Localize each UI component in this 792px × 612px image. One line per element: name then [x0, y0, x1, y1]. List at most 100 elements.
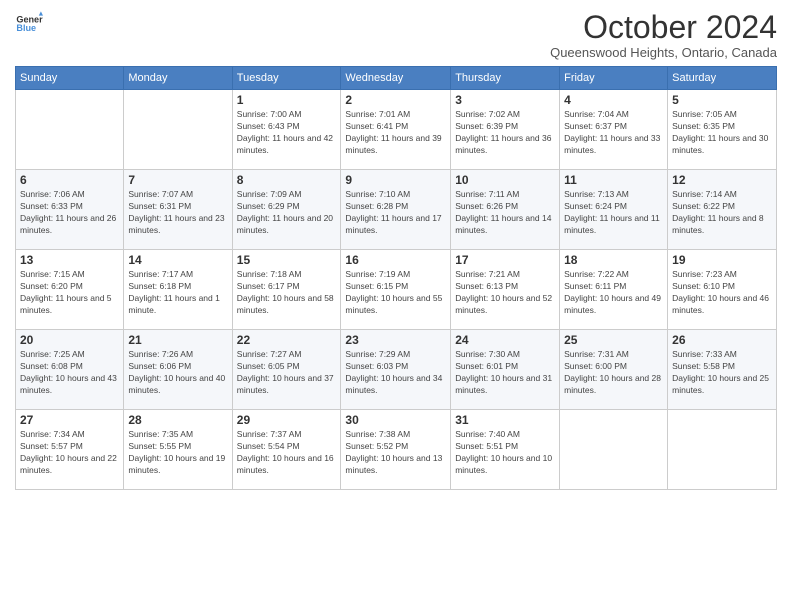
- day-info: Sunrise: 7:23 AMSunset: 6:10 PMDaylight:…: [672, 269, 772, 317]
- logo-icon: General Blue: [15, 10, 43, 38]
- day-number: 7: [128, 173, 227, 187]
- day-number: 28: [128, 413, 227, 427]
- day-number: 26: [672, 333, 772, 347]
- week-row-4: 20 Sunrise: 7:25 AMSunset: 6:08 PMDayligh…: [16, 330, 777, 410]
- cell-w5-d6: [668, 410, 777, 490]
- cell-w3-d6: 19 Sunrise: 7:23 AMSunset: 6:10 PMDayligh…: [668, 250, 777, 330]
- day-info: Sunrise: 7:40 AMSunset: 5:51 PMDaylight:…: [455, 429, 555, 477]
- cell-w4-d1: 21 Sunrise: 7:26 AMSunset: 6:06 PMDayligh…: [124, 330, 232, 410]
- cell-w3-d1: 14 Sunrise: 7:17 AMSunset: 6:18 PMDayligh…: [124, 250, 232, 330]
- day-number: 13: [20, 253, 119, 267]
- day-info: Sunrise: 7:19 AMSunset: 6:15 PMDaylight:…: [345, 269, 446, 317]
- day-info: Sunrise: 7:25 AMSunset: 6:08 PMDaylight:…: [20, 349, 119, 397]
- week-row-1: 1Sunrise: 7:00 AMSunset: 6:43 PMDaylight…: [16, 90, 777, 170]
- header: General Blue October 2024 Queenswood Hei…: [15, 10, 777, 60]
- col-tuesday: Tuesday: [232, 67, 341, 90]
- day-number: 30: [345, 413, 446, 427]
- cell-w5-d1: 28Sunrise: 7:35 AMSunset: 5:55 PMDayligh…: [124, 410, 232, 490]
- day-info: Sunrise: 7:10 AMSunset: 6:28 PMDaylight:…: [345, 189, 446, 237]
- day-number: 23: [345, 333, 446, 347]
- day-number: 25: [564, 333, 663, 347]
- day-number: 14: [128, 253, 227, 267]
- day-number: 12: [672, 173, 772, 187]
- day-info: Sunrise: 7:30 AMSunset: 6:01 PMDaylight:…: [455, 349, 555, 397]
- day-number: 2: [345, 93, 446, 107]
- day-number: 31: [455, 413, 555, 427]
- day-number: 15: [237, 253, 337, 267]
- day-info: Sunrise: 7:05 AMSunset: 6:35 PMDaylight:…: [672, 109, 772, 157]
- day-info: Sunrise: 7:11 AMSunset: 6:26 PMDaylight:…: [455, 189, 555, 237]
- cell-w4-d4: 24Sunrise: 7:30 AMSunset: 6:01 PMDayligh…: [451, 330, 560, 410]
- cell-w1-d0: [16, 90, 124, 170]
- day-info: Sunrise: 7:33 AMSunset: 5:58 PMDaylight:…: [672, 349, 772, 397]
- col-thursday: Thursday: [451, 67, 560, 90]
- cell-w1-d1: [124, 90, 232, 170]
- day-number: 29: [237, 413, 337, 427]
- day-info: Sunrise: 7:07 AMSunset: 6:31 PMDaylight:…: [128, 189, 227, 237]
- day-info: Sunrise: 7:06 AMSunset: 6:33 PMDaylight:…: [20, 189, 119, 237]
- day-number: 8: [237, 173, 337, 187]
- cell-w2-d2: 8 Sunrise: 7:09 AMSunset: 6:29 PMDaylight…: [232, 170, 341, 250]
- cell-w3-d3: 16 Sunrise: 7:19 AMSunset: 6:15 PMDayligh…: [341, 250, 451, 330]
- day-number: 10: [455, 173, 555, 187]
- cell-w5-d2: 29 Sunrise: 7:37 AMSunset: 5:54 PMDayligh…: [232, 410, 341, 490]
- day-number: 20: [20, 333, 119, 347]
- col-friday: Friday: [560, 67, 668, 90]
- cell-w2-d5: 11Sunrise: 7:13 AMSunset: 6:24 PMDayligh…: [560, 170, 668, 250]
- day-number: 27: [20, 413, 119, 427]
- cell-w3-d2: 15Sunrise: 7:18 AMSunset: 6:17 PMDayligh…: [232, 250, 341, 330]
- day-number: 4: [564, 93, 663, 107]
- day-info: Sunrise: 7:13 AMSunset: 6:24 PMDaylight:…: [564, 189, 663, 237]
- calendar-header: Sunday Monday Tuesday Wednesday Thursday…: [16, 67, 777, 90]
- day-info: Sunrise: 7:31 AMSunset: 6:00 PMDaylight:…: [564, 349, 663, 397]
- cell-w2-d4: 10 Sunrise: 7:11 AMSunset: 6:26 PMDayligh…: [451, 170, 560, 250]
- cell-w1-d5: 4 Sunrise: 7:04 AMSunset: 6:37 PMDaylight…: [560, 90, 668, 170]
- month-title: October 2024: [550, 10, 777, 45]
- col-saturday: Saturday: [668, 67, 777, 90]
- cell-w1-d2: 1Sunrise: 7:00 AMSunset: 6:43 PMDaylight…: [232, 90, 341, 170]
- day-number: 16: [345, 253, 446, 267]
- day-info: Sunrise: 7:00 AMSunset: 6:43 PMDaylight:…: [237, 109, 337, 157]
- day-info: Sunrise: 7:26 AMSunset: 6:06 PMDaylight:…: [128, 349, 227, 397]
- cell-w1-d6: 5Sunrise: 7:05 AMSunset: 6:35 PMDaylight…: [668, 90, 777, 170]
- calendar-body: 1Sunrise: 7:00 AMSunset: 6:43 PMDaylight…: [16, 90, 777, 490]
- cell-w5-d4: 31 Sunrise: 7:40 AMSunset: 5:51 PMDayligh…: [451, 410, 560, 490]
- day-info: Sunrise: 7:37 AMSunset: 5:54 PMDaylight:…: [237, 429, 337, 477]
- calendar-table: Sunday Monday Tuesday Wednesday Thursday…: [15, 66, 777, 490]
- day-info: Sunrise: 7:29 AMSunset: 6:03 PMDaylight:…: [345, 349, 446, 397]
- header-row: Sunday Monday Tuesday Wednesday Thursday…: [16, 67, 777, 90]
- cell-w2-d1: 7 Sunrise: 7:07 AMSunset: 6:31 PMDaylight…: [124, 170, 232, 250]
- day-number: 19: [672, 253, 772, 267]
- day-number: 6: [20, 173, 119, 187]
- cell-w4-d0: 20 Sunrise: 7:25 AMSunset: 6:08 PMDayligh…: [16, 330, 124, 410]
- day-info: Sunrise: 7:01 AMSunset: 6:41 PMDaylight:…: [345, 109, 446, 157]
- week-row-5: 27 Sunrise: 7:34 AMSunset: 5:57 PMDayligh…: [16, 410, 777, 490]
- cell-w3-d4: 17Sunrise: 7:21 AMSunset: 6:13 PMDayligh…: [451, 250, 560, 330]
- logo: General Blue: [15, 10, 43, 38]
- day-number: 21: [128, 333, 227, 347]
- day-info: Sunrise: 7:38 AMSunset: 5:52 PMDaylight:…: [345, 429, 446, 477]
- cell-w4-d5: 25 Sunrise: 7:31 AMSunset: 6:00 PMDayligh…: [560, 330, 668, 410]
- day-info: Sunrise: 7:04 AMSunset: 6:37 PMDaylight:…: [564, 109, 663, 157]
- day-info: Sunrise: 7:09 AMSunset: 6:29 PMDaylight:…: [237, 189, 337, 237]
- svg-text:Blue: Blue: [16, 23, 36, 33]
- day-info: Sunrise: 7:34 AMSunset: 5:57 PMDaylight:…: [20, 429, 119, 477]
- col-sunday: Sunday: [16, 67, 124, 90]
- day-info: Sunrise: 7:14 AMSunset: 6:22 PMDaylight:…: [672, 189, 772, 237]
- day-info: Sunrise: 7:02 AMSunset: 6:39 PMDaylight:…: [455, 109, 555, 157]
- cell-w2-d0: 6 Sunrise: 7:06 AMSunset: 6:33 PMDaylight…: [16, 170, 124, 250]
- cell-w1-d4: 3 Sunrise: 7:02 AMSunset: 6:39 PMDaylight…: [451, 90, 560, 170]
- cell-w5-d5: [560, 410, 668, 490]
- cell-w4-d6: 26 Sunrise: 7:33 AMSunset: 5:58 PMDayligh…: [668, 330, 777, 410]
- cell-w5-d0: 27 Sunrise: 7:34 AMSunset: 5:57 PMDayligh…: [16, 410, 124, 490]
- cell-w3-d5: 18Sunrise: 7:22 AMSunset: 6:11 PMDayligh…: [560, 250, 668, 330]
- cell-w2-d6: 12 Sunrise: 7:14 AMSunset: 6:22 PMDayligh…: [668, 170, 777, 250]
- day-number: 18: [564, 253, 663, 267]
- cell-w3-d0: 13Sunrise: 7:15 AMSunset: 6:20 PMDayligh…: [16, 250, 124, 330]
- day-info: Sunrise: 7:17 AMSunset: 6:18 PMDaylight:…: [128, 269, 227, 317]
- title-block: October 2024 Queenswood Heights, Ontario…: [550, 10, 777, 60]
- cell-w1-d3: 2 Sunrise: 7:01 AMSunset: 6:41 PMDaylight…: [341, 90, 451, 170]
- day-number: 22: [237, 333, 337, 347]
- day-number: 3: [455, 93, 555, 107]
- col-monday: Monday: [124, 67, 232, 90]
